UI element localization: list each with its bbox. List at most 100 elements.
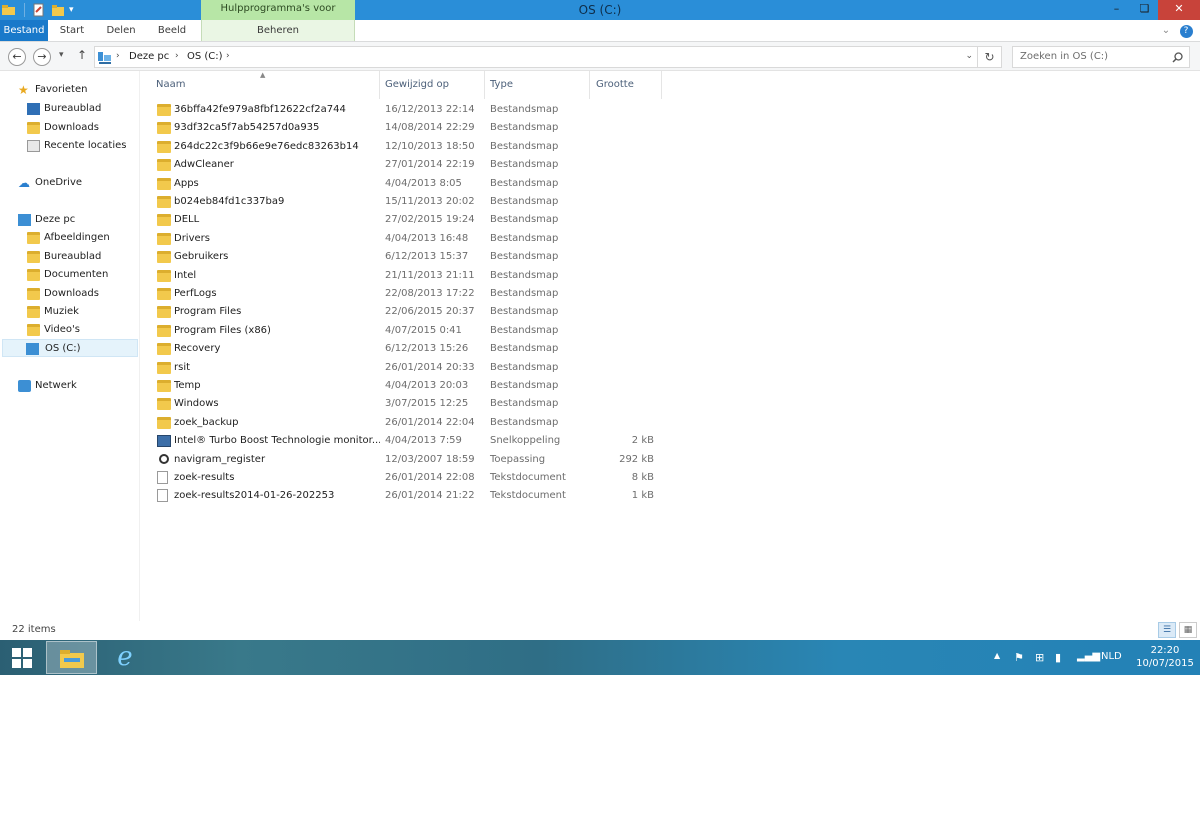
nav-documenten[interactable]: Documenten bbox=[27, 266, 132, 284]
nav-fav-recente-locaties[interactable]: Recente locaties bbox=[27, 137, 132, 155]
details-view-button[interactable]: ☰ bbox=[1158, 622, 1176, 638]
network-signal-icon[interactable]: ▂▄▆ bbox=[1077, 651, 1100, 662]
ribbon-tabs: Bestand Start Delen Beeld Beheren ⌄ ? bbox=[0, 20, 1200, 42]
file-type: Bestandsmap bbox=[490, 343, 559, 355]
file-name: AdwCleaner bbox=[174, 159, 234, 171]
file-name: zoek-results bbox=[174, 472, 235, 483]
forward-button[interactable]: → bbox=[33, 48, 51, 66]
tab-bestand[interactable]: Bestand bbox=[0, 20, 48, 41]
new-folder-icon[interactable] bbox=[51, 3, 65, 17]
file-type: Bestandsmap bbox=[490, 416, 559, 428]
close-button[interactable]: ✕ bbox=[1158, 0, 1200, 20]
tab-delen[interactable]: Delen bbox=[100, 20, 142, 41]
folder-icon bbox=[157, 214, 171, 227]
file-row[interactable]: Windows 3/07/2015 12:25 Bestandsmap bbox=[154, 395, 664, 413]
file-modified: 3/07/2015 12:25 bbox=[385, 398, 469, 410]
file-row[interactable]: zoek-results2014-01-26-202253 26/01/2014 … bbox=[154, 487, 664, 505]
power-icon[interactable]: ▮ bbox=[1055, 651, 1061, 664]
file-modified: 4/04/2013 16:48 bbox=[385, 232, 469, 244]
file-name: Program Files bbox=[174, 306, 242, 318]
file-type: Bestandsmap bbox=[490, 177, 559, 189]
show-hidden-icons[interactable]: ▲ bbox=[994, 651, 1000, 660]
file-modified: 27/02/2015 19:24 bbox=[385, 214, 475, 226]
file-row[interactable]: Program Files (x86) 4/07/2015 0:41 Bestand… bbox=[154, 322, 664, 340]
windows-logo-icon bbox=[12, 648, 32, 668]
back-button[interactable]: ← bbox=[8, 48, 26, 66]
file-row[interactable]: Drivers 4/04/2013 16:48 Bestandsmap bbox=[154, 230, 664, 248]
file-row[interactable]: Program Files 22/06/2015 20:37 Bestandsmap bbox=[154, 303, 664, 321]
up-button[interactable]: ↑ bbox=[77, 48, 87, 62]
file-row[interactable]: 36bffa42fe979a8fbf12622cf2a744 16/12/2013… bbox=[154, 101, 664, 119]
nav-downloads[interactable]: Downloads bbox=[27, 285, 132, 303]
taskbar-file-explorer[interactable] bbox=[46, 641, 97, 674]
file-type: Bestandsmap bbox=[490, 214, 559, 226]
clock[interactable]: 22:20 10/07/2015 bbox=[1134, 644, 1196, 670]
star-icon: ★ bbox=[18, 83, 29, 97]
tab-beeld[interactable]: Beeld bbox=[150, 20, 194, 41]
file-row[interactable]: PerfLogs 22/08/2013 17:22 Bestandsmap bbox=[154, 285, 664, 303]
file-row[interactable]: Gebruikers 6/12/2013 15:37 Bestandsmap bbox=[154, 248, 664, 266]
file-row[interactable]: 264dc22c3f9b66e9e76edc83263b14 12/10/2013… bbox=[154, 138, 664, 156]
address-bar[interactable]: › Deze pc › OS (C:) › ⌄ bbox=[94, 46, 978, 68]
properties-icon[interactable] bbox=[33, 3, 45, 17]
nav-netwerk[interactable]: Netwerk bbox=[18, 377, 128, 395]
large-icons-view-button[interactable]: ▦ bbox=[1179, 622, 1197, 638]
file-row[interactable]: Intel® Turbo Boost Technologie monitor..… bbox=[154, 432, 664, 450]
nav-fav-downloads[interactable]: Downloads bbox=[27, 119, 132, 137]
column-header-type[interactable]: Type bbox=[484, 71, 590, 99]
taskbar-internet-explorer[interactable]: e bbox=[100, 641, 150, 674]
file-row[interactable]: Intel 21/11/2013 21:11 Bestandsmap bbox=[154, 267, 664, 285]
file-name: Program Files (x86) bbox=[174, 324, 271, 336]
file-row[interactable]: navigram_register 12/03/2007 18:59 Toepass… bbox=[154, 451, 664, 469]
file-type: Bestandsmap bbox=[490, 122, 559, 134]
column-header-grootte[interactable]: Grootte bbox=[590, 71, 662, 99]
address-history-icon[interactable]: ⌄ bbox=[965, 51, 973, 61]
file-name: b024eb84fd1c337ba9 bbox=[174, 196, 285, 207]
start-button[interactable] bbox=[0, 641, 44, 674]
file-modified: 22/08/2013 17:22 bbox=[385, 288, 475, 299]
refresh-button[interactable]: ↻ bbox=[978, 46, 1002, 68]
nav-bureaublad[interactable]: Bureaublad bbox=[27, 248, 132, 266]
breadcrumb-deze-pc[interactable]: Deze pc bbox=[129, 51, 169, 62]
nav-fav-bureaublad[interactable]: Bureaublad bbox=[27, 100, 132, 118]
file-row[interactable]: Recovery 6/12/2013 15:26 Bestandsmap bbox=[154, 340, 664, 358]
nav-videos[interactable]: Video's bbox=[27, 321, 132, 339]
file-row[interactable]: Temp 4/04/2013 20:03 Bestandsmap bbox=[154, 377, 664, 395]
file-row[interactable]: zoek-results 26/01/2014 22:08 Tekstdocumen… bbox=[154, 469, 664, 487]
file-row[interactable]: zoek_backup 26/01/2014 22:04 Bestandsmap bbox=[154, 414, 664, 432]
nav-onedrive[interactable]: ☁ OneDrive bbox=[18, 174, 128, 192]
window-title: OS (C:) bbox=[578, 3, 622, 17]
folder-icon bbox=[157, 104, 171, 116]
minimize-button[interactable]: – bbox=[1103, 0, 1130, 20]
file-row[interactable]: rsit 26/01/2014 20:33 Bestandsmap bbox=[154, 359, 664, 377]
file-row[interactable]: 93df32ca5f7ab54257d0a935 14/08/2014 22:29… bbox=[154, 119, 664, 137]
input-language[interactable]: NLD bbox=[1101, 651, 1122, 662]
search-input[interactable]: Zoeken in OS (C:) bbox=[1012, 46, 1190, 68]
file-row[interactable]: AdwCleaner 27/01/2014 22:19 Bestandsmap bbox=[154, 156, 664, 174]
file-row[interactable]: Apps 4/04/2013 8:05 Bestandsmap bbox=[154, 175, 664, 193]
breadcrumb-os-c[interactable]: OS (C:) bbox=[187, 51, 223, 62]
action-center-flag-icon[interactable]: ⚑ bbox=[1014, 651, 1024, 664]
column-header-gewijzigd-op[interactable]: Gewijzigd op bbox=[379, 71, 485, 99]
nav-favorieten[interactable]: ★ Favorieten bbox=[18, 81, 128, 99]
maximize-button[interactable]: ❏ bbox=[1131, 0, 1158, 20]
tab-beheren[interactable]: Beheren bbox=[201, 20, 355, 41]
expand-ribbon-icon[interactable]: ⌄ bbox=[1160, 20, 1172, 41]
nav-os-c[interactable]: OS (C:) bbox=[2, 339, 138, 357]
tab-start[interactable]: Start bbox=[52, 20, 92, 41]
windows-tray-icon[interactable]: ⊞ bbox=[1035, 651, 1044, 664]
cloud-icon: ☁ bbox=[18, 176, 30, 190]
file-name: Intel bbox=[174, 269, 197, 281]
pictures-folder-icon bbox=[27, 232, 40, 244]
file-row[interactable]: b024eb84fd1c337ba9 15/11/2013 20:02 Bestan… bbox=[154, 193, 664, 211]
file-type: Snelkoppeling bbox=[490, 435, 561, 447]
help-icon[interactable]: ? bbox=[1178, 20, 1194, 41]
file-size: 8 kB bbox=[631, 472, 654, 483]
nav-afbeeldingen[interactable]: Afbeeldingen bbox=[27, 229, 132, 247]
nav-deze-pc[interactable]: Deze pc bbox=[18, 211, 128, 229]
column-header-naam[interactable]: Naam ▲ bbox=[150, 71, 380, 99]
recent-locations-icon[interactable]: ▾ bbox=[59, 50, 64, 60]
customize-quick-access-icon[interactable]: ▾ bbox=[69, 5, 74, 15]
file-row[interactable]: DELL 27/02/2015 19:24 Bestandsmap bbox=[154, 211, 664, 229]
nav-muziek[interactable]: Muziek bbox=[27, 303, 132, 321]
